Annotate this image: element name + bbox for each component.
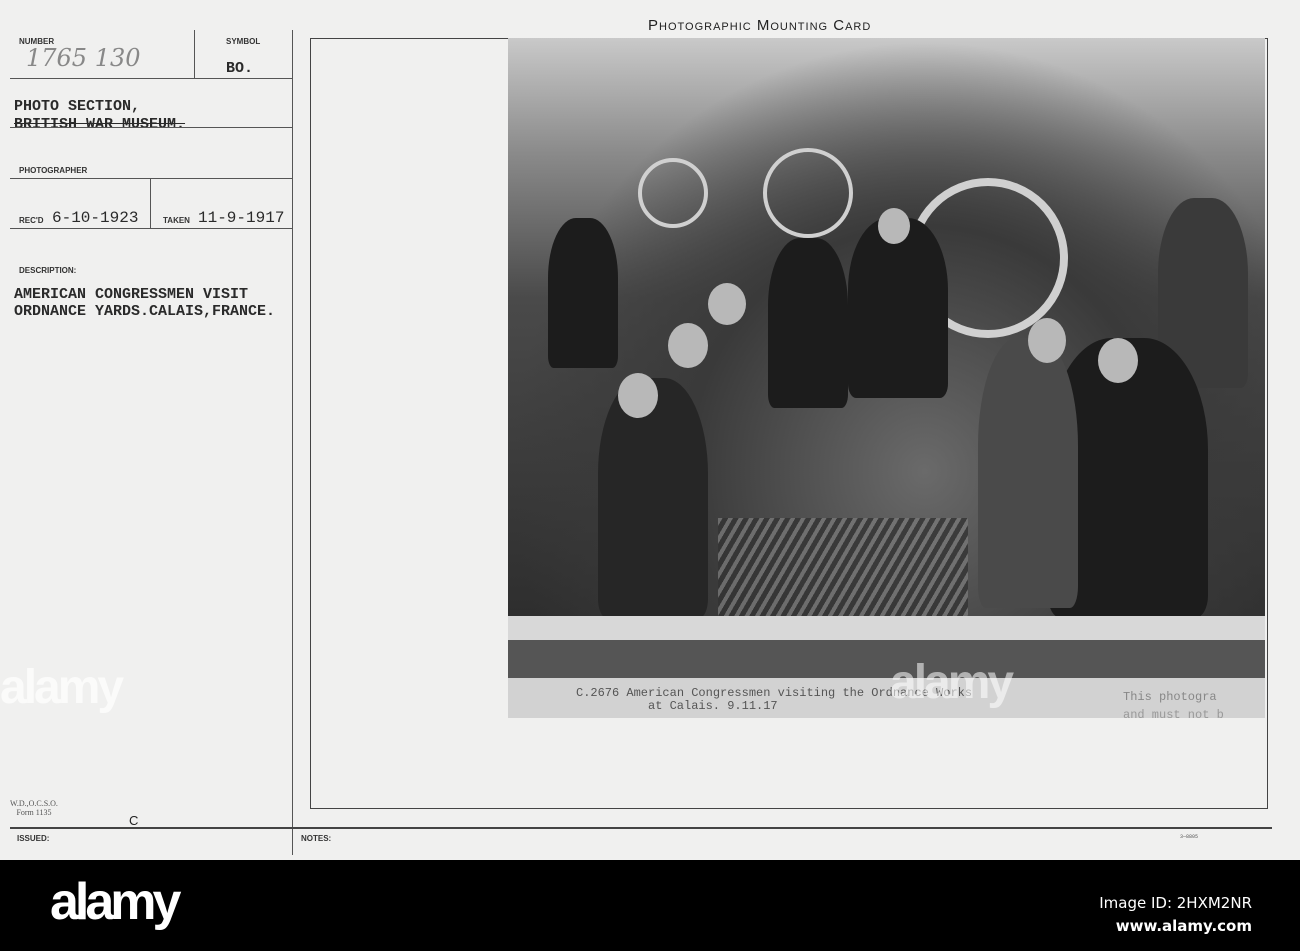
number-value: 1765 130: [26, 44, 141, 72]
face: [1028, 318, 1066, 363]
print-code: 3—8805: [1180, 834, 1199, 840]
photo-caption: C.2676 American Congressmen visiting the…: [508, 678, 1265, 718]
section-line2: BRITISH WAR MUSEUM.: [14, 116, 186, 133]
worker-figure: [848, 218, 948, 398]
photograph: [508, 38, 1265, 616]
watermark-center: alamy: [890, 656, 1014, 709]
wagon-wheel: [638, 158, 708, 228]
symbol-value: BO.: [226, 60, 254, 77]
form-line1: W.D.,O.C.S.O.: [10, 799, 58, 808]
taken-value: 11-9-1917: [198, 209, 285, 227]
caption-band: [508, 640, 1265, 678]
image-id: Image ID: 2HXM2NR: [1099, 894, 1252, 912]
wagon-wheel: [763, 148, 853, 238]
description-line2: ORDNANCE YARDS.CALAIS,FRANCE.: [14, 303, 276, 320]
bottom-rule: [10, 827, 1272, 829]
worker-figure: [548, 218, 618, 368]
divider: [10, 127, 292, 128]
site-url[interactable]: www.alamy.com: [1116, 917, 1252, 935]
worker-figure: [768, 238, 848, 408]
description-label: DESCRIPTION:: [19, 266, 77, 275]
issued-label: ISSUED:: [17, 834, 50, 843]
face: [878, 208, 910, 244]
form-line2: Form 1135: [16, 808, 52, 817]
face: [708, 283, 746, 325]
divider: [10, 228, 292, 229]
face: [668, 323, 708, 368]
watermark-left: alamy: [0, 661, 124, 714]
metal-parts-pile: [718, 518, 968, 616]
mounting-card: Photographic Mounting Card NUMBER 1765 1…: [0, 0, 1300, 860]
divider: [194, 30, 195, 78]
alamy-logo: alamy: [50, 873, 181, 931]
form-number: W.D.,O.C.S.O. Form 1135: [10, 799, 58, 817]
taken-label: TAKEN: [163, 216, 190, 225]
section-line1: PHOTO SECTION,: [14, 98, 141, 115]
card-title: Photographic Mounting Card: [648, 17, 872, 34]
description-line1: AMERICAN CONGRESSMEN VISIT: [14, 286, 249, 303]
worker-figure: [598, 378, 708, 616]
worker-figure: [978, 338, 1078, 608]
notes-label: NOTES:: [301, 834, 332, 843]
caption-line2: at Calais. 9.11.17: [648, 699, 778, 713]
face: [1098, 338, 1138, 383]
side-text1: This photogra: [1123, 690, 1217, 704]
symbol-label: SYMBOL: [226, 37, 261, 46]
photographer-label: PHOTOGRAPHER: [19, 166, 88, 175]
side-text2: and must not b: [1123, 708, 1224, 718]
issued-mark: C: [129, 813, 139, 828]
footer-bar: alamy Image ID: 2HXM2NR www.alamy.com: [0, 860, 1300, 951]
divider: [150, 178, 151, 228]
column-divider: [292, 30, 293, 855]
divider: [10, 178, 292, 179]
face: [618, 373, 658, 418]
caption-border: [508, 616, 1265, 640]
recd-value: 6-10-1923: [52, 209, 139, 227]
recd-label: REC'D: [19, 216, 44, 225]
divider: [10, 78, 292, 79]
